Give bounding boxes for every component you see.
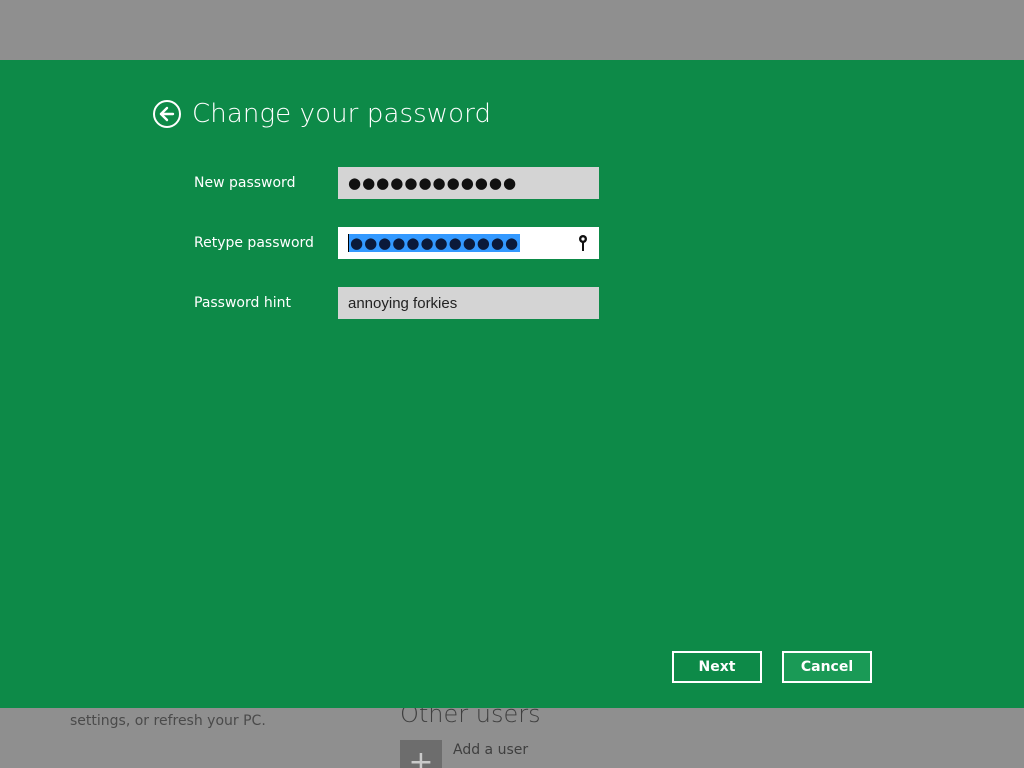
- plus-icon: +: [400, 740, 442, 768]
- new-password-value: ●●●●●●●●●●●●: [348, 174, 518, 192]
- back-arrow-icon[interactable]: [153, 100, 181, 128]
- retype-password-row: Retype password ●●●●●●●●●●●●: [194, 227, 599, 259]
- change-password-dialog: Change your password New password ●●●●●●…: [0, 60, 1024, 708]
- add-user-label: Add a user: [453, 742, 529, 758]
- eye-reveal-icon[interactable]: [578, 234, 590, 252]
- new-password-row: New password ●●●●●●●●●●●●: [194, 167, 599, 199]
- page-title: Change your password: [192, 99, 492, 129]
- password-hint-row: Password hint annoying forkies: [194, 287, 599, 319]
- cancel-button[interactable]: Cancel: [782, 651, 872, 683]
- background-description: settings, or refresh your PC.: [70, 712, 330, 730]
- screen: settings, or refresh your PC. Other user…: [0, 0, 1024, 768]
- retype-password-value: ●●●●●●●●●●●●: [349, 234, 521, 252]
- retype-password-field[interactable]: ●●●●●●●●●●●●: [338, 227, 599, 259]
- next-button[interactable]: Next: [672, 651, 762, 683]
- new-password-label: New password: [194, 175, 296, 191]
- dialog-header: Change your password: [153, 96, 491, 132]
- password-hint-field[interactable]: annoying forkies: [338, 287, 599, 319]
- background-description-text: settings, or refresh your PC.: [70, 713, 266, 729]
- add-user-item[interactable]: + Add a user: [400, 740, 528, 768]
- password-hint-label: Password hint: [194, 295, 291, 311]
- new-password-field[interactable]: ●●●●●●●●●●●●: [338, 167, 599, 199]
- retype-password-label: Retype password: [194, 235, 314, 251]
- password-hint-value: annoying forkies: [348, 294, 458, 312]
